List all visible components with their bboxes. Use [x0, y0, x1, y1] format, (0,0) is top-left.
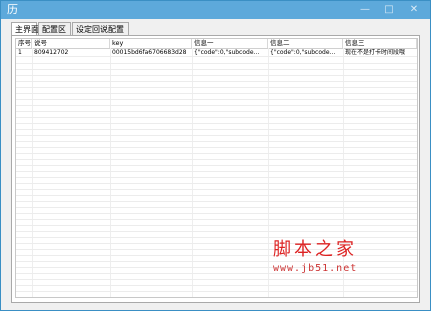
- column-header-info-2[interactable]: 信息二: [268, 39, 343, 48]
- cell-info-2: {"code":0,"subcode...: [270, 49, 336, 56]
- column-header-info-1[interactable]: 信息一: [192, 39, 268, 48]
- column-header-info-3[interactable]: 信息三: [343, 39, 417, 48]
- tab-config[interactable]: 配置区: [38, 22, 71, 35]
- table-header: 序号 说号 key 信息一 信息二 信息三: [16, 39, 417, 49]
- minimize-button[interactable]: —: [354, 2, 376, 17]
- data-table[interactable]: 序号 说号 key 信息一 信息二 信息三 1 809412702 00015b…: [15, 38, 418, 298]
- app-icon: 历: [7, 3, 18, 16]
- watermark-url: www.jb51.net: [273, 263, 358, 274]
- app-window: 历 — □ ✕ 主界面 配置区 设定回说配置 序号 说号 key 信息一 信息二…: [0, 0, 431, 311]
- tab-panel: 序号 说号 key 信息一 信息二 信息三 1 809412702 00015b…: [11, 35, 420, 303]
- empty-table-row: [16, 286, 417, 292]
- cell-key: 00015bd6fa6706683d28: [112, 49, 187, 56]
- cell-index: 1: [18, 49, 22, 56]
- title-bar[interactable]: 历 — □ ✕: [1, 1, 430, 19]
- tab-main[interactable]: 主界面: [11, 22, 39, 36]
- table-row[interactable]: 1 809412702 00015bd6fa6706683d28 {"code"…: [16, 49, 417, 57]
- cell-info-3: 现在不是打卡时间段哦: [345, 49, 406, 56]
- column-header-account[interactable]: 说号: [32, 39, 110, 48]
- maximize-button[interactable]: □: [378, 2, 400, 17]
- tab-reply-config[interactable]: 设定回说配置: [72, 22, 129, 35]
- column-header-key[interactable]: key: [110, 39, 192, 48]
- column-header-index[interactable]: 序号: [16, 39, 32, 48]
- close-button[interactable]: ✕: [403, 2, 425, 17]
- cell-info-1: {"code":0,"subcode...: [194, 49, 260, 56]
- watermark-logo: 脚本之家: [273, 239, 357, 260]
- cell-account: 809412702: [34, 49, 69, 56]
